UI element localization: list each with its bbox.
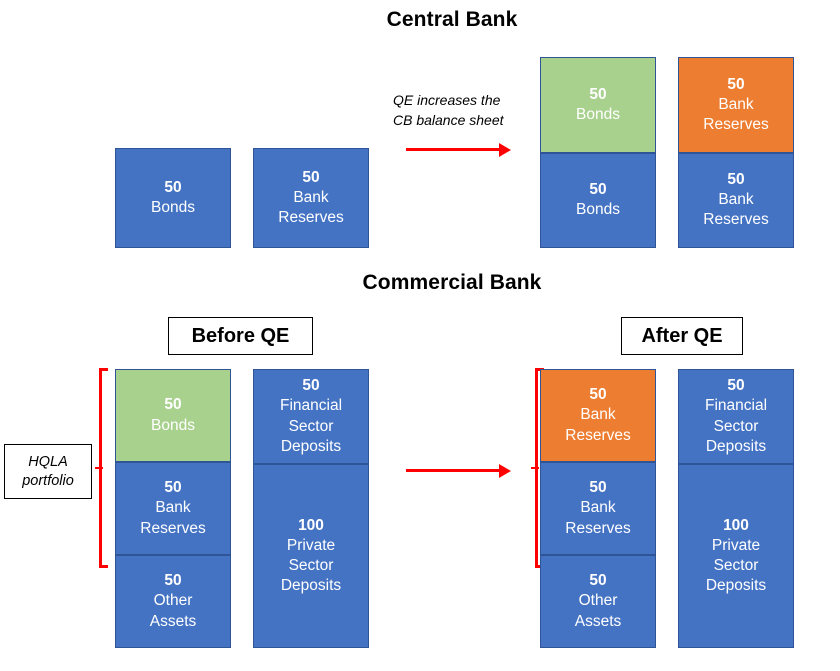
hqla-bracket-before [95, 368, 108, 568]
page-title-commercial-bank: Commercial Bank [362, 271, 542, 294]
after-qe-label: After QE [621, 317, 743, 355]
segment-amount: 50 [302, 377, 320, 395]
segment-amount: 50 [164, 572, 182, 590]
cb-before-asset-bonds: 50 Bonds [116, 149, 230, 247]
commercial-before-assets-column: 50 Bonds 50 Bank Reserves 50 Other Assets [115, 369, 231, 648]
segment-label: Bonds [576, 201, 620, 219]
commercial-before-liability-private-sector-deposits: 100 Private Sector Deposits [254, 463, 368, 647]
bracket-tick-middle [95, 466, 103, 470]
segment-label: Bank Reserves [703, 95, 769, 133]
cb-transition-arrow [406, 143, 511, 157]
hqla-note-line-2: portfolio [22, 472, 74, 489]
commercial-before-asset-bonds: 50 Bonds [116, 370, 230, 461]
segment-label: Bank Reserves [140, 499, 206, 537]
segment-label: Bonds [576, 105, 620, 123]
qe-note-line-2: CB balance sheet [393, 112, 504, 129]
segment-amount: 50 [727, 171, 745, 189]
segment-amount: 50 [727, 377, 745, 395]
commercial-before-liabilities-column: 50 Financial Sector Deposits 100 Private Se… [253, 369, 369, 648]
segment-label: Bonds [151, 416, 195, 434]
segment-amount: 50 [727, 75, 745, 93]
qe-note-line-1: QE increases the [393, 92, 501, 108]
commercial-after-liability-private-sector-deposits: 100 Private Sector Deposits [679, 463, 793, 647]
bracket-tick-middle [531, 466, 539, 470]
cb-after-asset-bonds-existing: 50 Bonds [541, 151, 655, 247]
bracket-tick-bottom [99, 565, 108, 568]
commercial-after-asset-other-assets: 50 Other Assets [541, 554, 655, 647]
segment-label: Financial Sector Deposits [279, 397, 343, 455]
segment-label: Bank Reserves [565, 406, 631, 444]
before-qe-label: Before QE [168, 317, 313, 355]
segment-amount: 50 [164, 479, 182, 497]
qe-increases-note: QE increases the CB balance sheet [393, 90, 533, 131]
segment-amount: 50 [589, 85, 607, 103]
segment-label: Bank Reserves [278, 188, 344, 227]
arrow-head-icon [499, 464, 511, 478]
cb-before-liabilities-column: 50 Bank Reserves [253, 148, 369, 248]
segment-label: Private Sector Deposits [705, 536, 767, 595]
segment-label: Financial Sector Deposits [704, 397, 768, 455]
hqla-portfolio-note: HQLA portfolio [4, 444, 92, 499]
segment-label: Other Assets [574, 592, 622, 630]
segment-amount: 100 [298, 516, 324, 534]
segment-amount: 50 [164, 178, 182, 196]
cb-after-liabilities-column: 50 Bank Reserves 50 Bank Reserves [678, 57, 794, 248]
segment-label: Other Assets [149, 592, 197, 630]
segment-label: Bonds [151, 199, 195, 216]
commercial-before-asset-bank-reserves: 50 Bank Reserves [116, 461, 230, 554]
segment-amount: 50 [589, 181, 607, 199]
segment-amount: 50 [589, 572, 607, 590]
commercial-transition-arrow [406, 464, 511, 478]
arrow-shaft [406, 469, 499, 473]
segment-amount: 50 [589, 479, 607, 497]
commercial-after-liabilities-column: 50 Financial Sector Deposits 100 Private Se… [678, 369, 794, 648]
segment-amount: 50 [302, 168, 320, 186]
bracket-tick-top [99, 368, 108, 371]
commercial-after-liability-financial-sector-deposits: 50 Financial Sector Deposits [679, 370, 793, 463]
segment-label: Bank Reserves [703, 191, 769, 229]
arrow-head-icon [499, 143, 511, 157]
commercial-after-assets-column: 50 Bank Reserves 50 Bank Reserves 50 Other… [540, 369, 656, 648]
page-title-central-bank: Central Bank [386, 8, 518, 31]
hqla-note-line-1: HQLA [28, 454, 68, 471]
cb-after-asset-bonds-new: 50 Bonds [541, 58, 655, 152]
cb-after-liability-bank-reserves-new: 50 Bank Reserves [679, 58, 793, 152]
commercial-before-asset-other-assets: 50 Other Assets [116, 554, 230, 647]
segment-amount: 50 [164, 396, 182, 414]
segment-label: Bank Reserves [565, 499, 631, 537]
commercial-after-asset-bank-reserves-new: 50 Bank Reserves [541, 370, 655, 461]
commercial-after-asset-bank-reserves-existing: 50 Bank Reserves [541, 461, 655, 554]
cb-before-assets-column: 50 Bonds [115, 148, 231, 248]
segment-amount: 100 [723, 516, 749, 534]
segment-amount: 50 [589, 386, 607, 404]
arrow-shaft [406, 148, 499, 152]
cb-before-liability-bank-reserves: 50 Bank Reserves [254, 149, 368, 247]
segment-label: Private Sector Deposits [280, 536, 342, 595]
cb-after-liability-bank-reserves-existing: 50 Bank Reserves [679, 151, 793, 247]
cb-after-assets-column: 50 Bonds 50 Bonds [540, 57, 656, 248]
commercial-before-liability-financial-sector-deposits: 50 Financial Sector Deposits [254, 370, 368, 463]
